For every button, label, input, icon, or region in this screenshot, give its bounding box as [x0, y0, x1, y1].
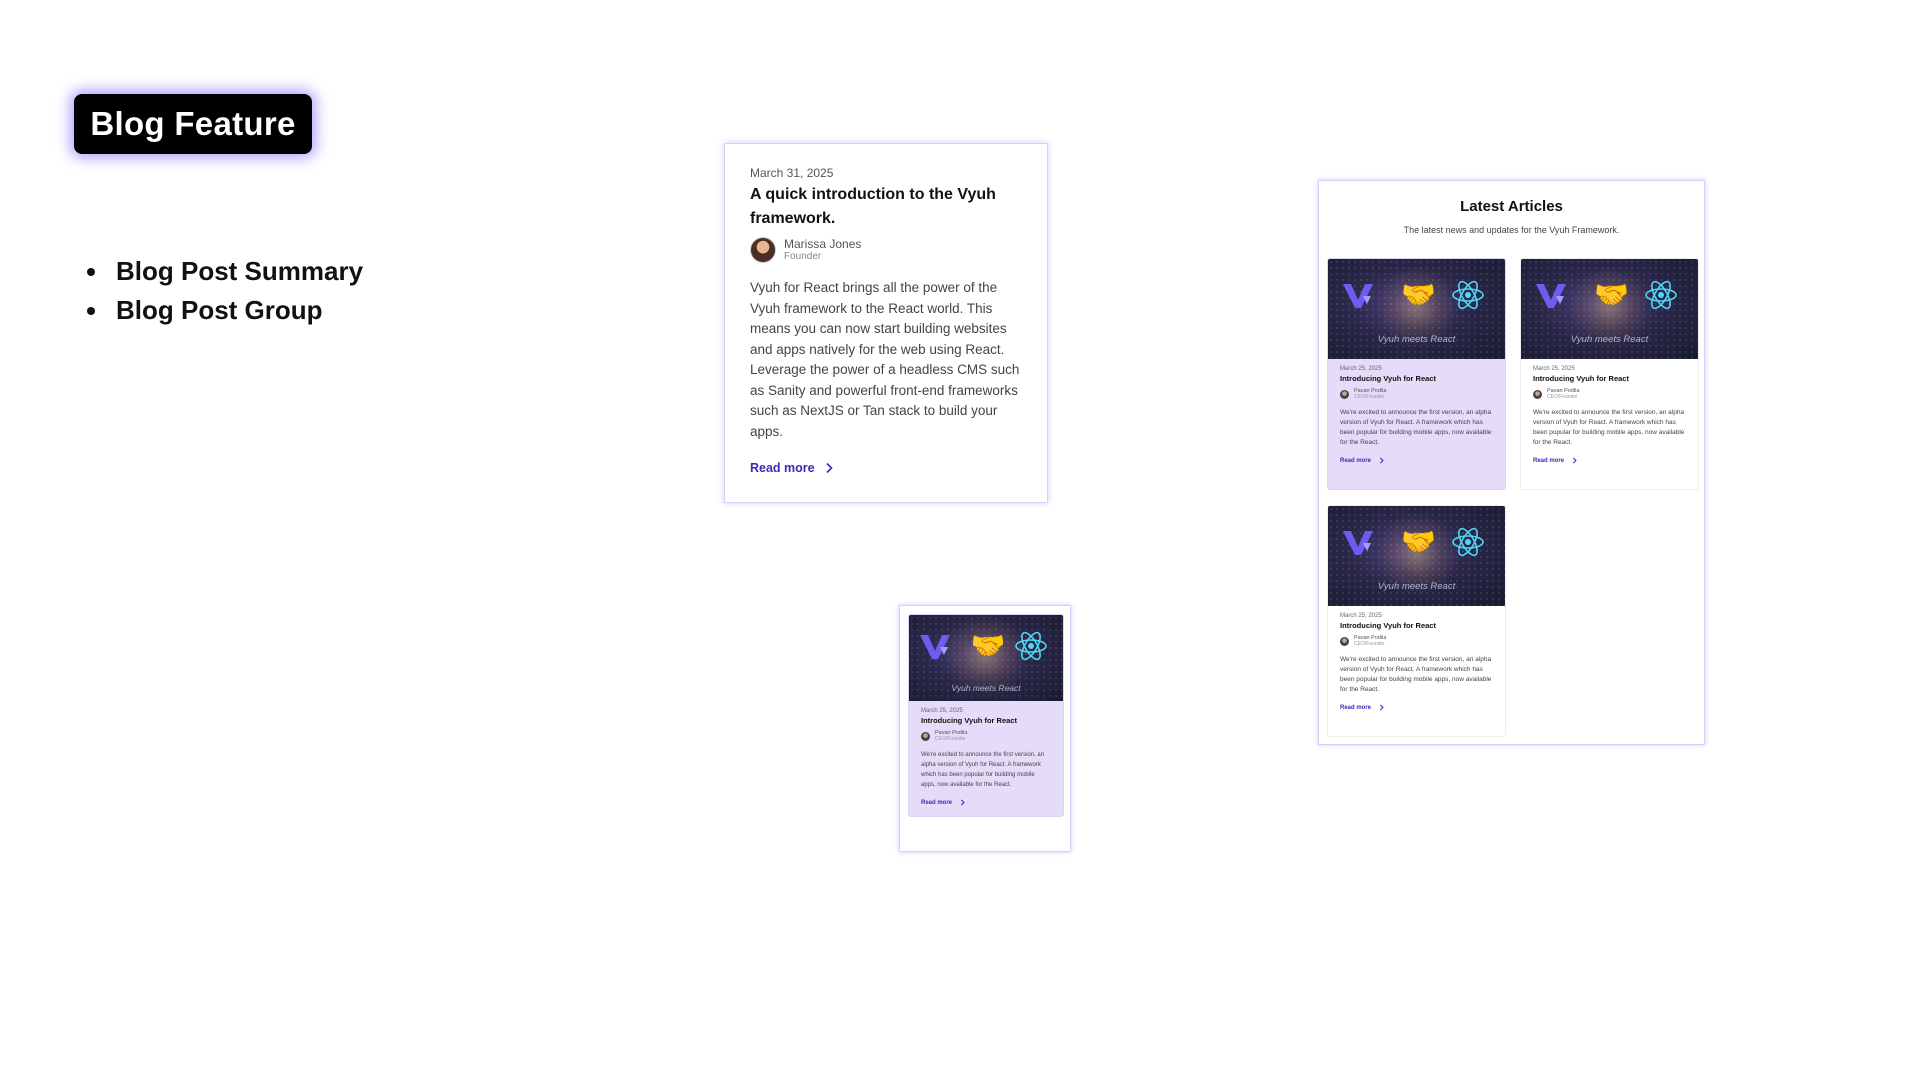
react-logo-icon: [1014, 631, 1047, 661]
post-date: March 25, 2025: [1533, 366, 1575, 372]
read-more-link[interactable]: Read more: [921, 799, 1051, 806]
post-title[interactable]: Introducing Vyuh for React: [1340, 374, 1493, 383]
post-card[interactable]: 🤝 Vyuh meets React March 25, 2025 Introd…: [908, 614, 1064, 817]
vyuh-logo-icon: [920, 634, 951, 659]
author-role: CEO/Founder: [1354, 394, 1385, 400]
react-logo-icon: [1645, 280, 1677, 310]
post-date: March 25, 2025: [1340, 366, 1382, 372]
blog-post-summary-card: March 31, 2025 A quick introduction to t…: [724, 143, 1048, 503]
author-role: CEO/Founder: [1547, 394, 1578, 400]
post-excerpt: We're excited to announce the first vers…: [1340, 656, 1492, 693]
read-more-link[interactable]: Read more: [1340, 704, 1493, 711]
post-date: March 31, 2025: [750, 166, 834, 180]
hero-caption: Vyuh meets React: [1377, 334, 1456, 345]
post-author: Pavan Podila CEO/Founder: [1340, 388, 1493, 400]
post-excerpt: We're excited to announce the first vers…: [1533, 409, 1685, 446]
chevron-right-icon: [1379, 704, 1384, 711]
post-title[interactable]: Introducing Vyuh for React: [1340, 621, 1493, 630]
author-role: CEO/Founder: [935, 736, 966, 742]
post-author: Pavan Podila CEO/Founder: [1340, 635, 1493, 647]
post-card[interactable]: 🤝 Vyuh meets React March 25, 2025 Introd…: [1520, 258, 1699, 490]
blog-post-card-preview: 🤝 Vyuh meets React March 25, 2025 Introd…: [899, 605, 1071, 852]
react-logo-icon: [1452, 527, 1484, 557]
read-more-label: Read more: [1340, 457, 1372, 464]
post-title[interactable]: Introducing Vyuh for React: [1533, 374, 1686, 383]
group-title: Latest Articles: [1460, 198, 1563, 215]
post-excerpt: We're excited to announce the first vers…: [1340, 409, 1492, 446]
vyuh-logo-icon: [1536, 284, 1567, 308]
post-body: Vyuh for React brings all the power of t…: [750, 280, 1020, 439]
handshake-icon: 🤝: [970, 629, 1006, 661]
post-card[interactable]: 🤝 Vyuh meets React March 25, 2025 Introd…: [1327, 258, 1506, 490]
blog-post-group: Latest Articles The latest news and upda…: [1318, 180, 1705, 745]
read-more-link[interactable]: Read more: [1340, 457, 1493, 464]
avatar: [1533, 389, 1542, 399]
post-title[interactable]: Introducing Vyuh for React: [921, 716, 1051, 725]
post-hero-image: 🤝 Vyuh meets React: [909, 615, 1063, 701]
read-more-link[interactable]: Read more: [750, 461, 1022, 475]
post-hero-image: 🤝 Vyuh meets React: [1521, 259, 1698, 359]
author-name: Marissa Jones: [784, 236, 862, 251]
post-date: March 25, 2025: [1340, 613, 1382, 619]
avatar: [1340, 389, 1349, 399]
hero-caption: Vyuh meets React: [1570, 334, 1649, 345]
handshake-icon: 🤝: [1401, 526, 1437, 557]
post-hero-image: 🤝 Vyuh meets React: [1328, 259, 1505, 359]
read-more-label: Read more: [921, 799, 953, 806]
author-role: CEO/Founder: [1354, 641, 1385, 647]
feature-item-summary: Blog Post Summary: [110, 252, 363, 291]
post-hero-image: 🤝 Vyuh meets React: [1328, 506, 1505, 606]
post-excerpt: We're excited to announce the first vers…: [921, 752, 1045, 788]
author-role: Founder: [784, 250, 822, 262]
chevron-right-icon: [1572, 457, 1577, 464]
post-author: Marissa Jones Founder: [750, 237, 1022, 263]
read-more-link[interactable]: Read more: [1533, 457, 1686, 464]
handshake-icon: 🤝: [1594, 279, 1630, 310]
post-date: March 25, 2025: [921, 708, 963, 714]
avatar: [1340, 636, 1349, 646]
avatar: [921, 731, 930, 741]
chevron-right-icon: [960, 799, 965, 806]
vyuh-logo-icon: [1343, 531, 1374, 555]
feature-list: Blog Post Summary Blog Post Group: [86, 252, 363, 330]
handshake-icon: 🤝: [1401, 279, 1437, 310]
read-more-label: Read more: [1340, 704, 1372, 711]
hero-caption: Vyuh meets React: [951, 683, 1021, 693]
blog-feature-badge: Blog Feature: [74, 94, 312, 154]
avatar: [750, 237, 776, 263]
hero-caption: Vyuh meets React: [1377, 581, 1456, 592]
post-title[interactable]: A quick introduction to the Vyuh framewo…: [750, 183, 1022, 231]
react-logo-icon: [1452, 280, 1484, 310]
chevron-right-icon: [1379, 457, 1384, 464]
post-card[interactable]: 🤝 Vyuh meets React March 25, 2025 Introd…: [1327, 505, 1506, 737]
feature-item-group: Blog Post Group: [110, 291, 363, 330]
read-more-label: Read more: [1533, 457, 1565, 464]
chevron-right-icon: [826, 462, 833, 474]
read-more-label: Read more: [750, 461, 815, 475]
post-author: Pavan Podila CEO/Founder: [921, 730, 1051, 742]
vyuh-logo-icon: [1343, 284, 1374, 308]
post-author: Pavan Podila CEO/Founder: [1533, 388, 1686, 400]
group-subtitle: The latest news and updates for the Vyuh…: [1403, 225, 1620, 235]
